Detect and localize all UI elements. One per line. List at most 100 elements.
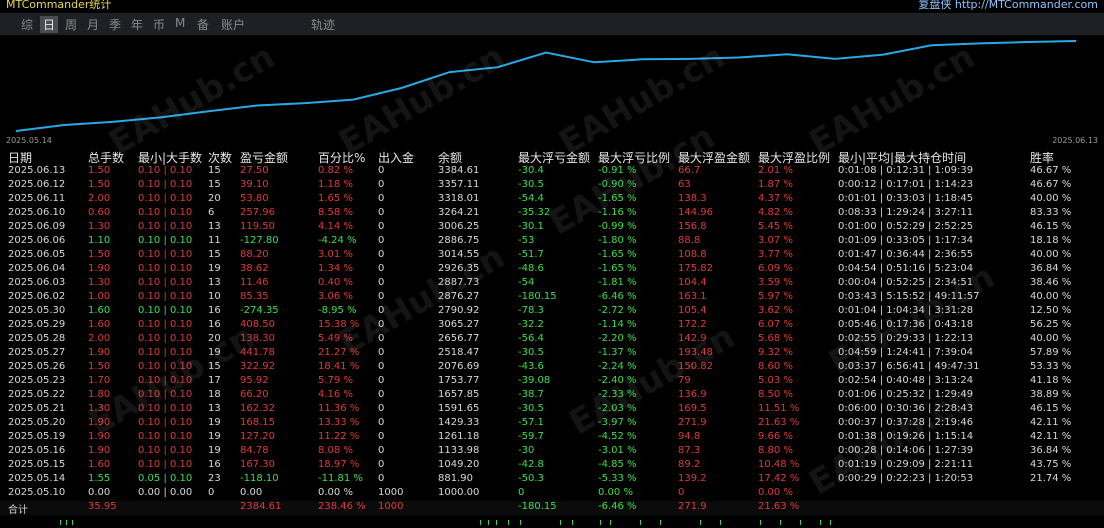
table-row[interactable]: 2025.06.03 1.30 0.10 | 0.10 13 11.46 0.40 % 0 2… [0,277,1104,291]
table-row[interactable]: 2025.05.15 1.60 0.10 | 0.10 16 167.30 18.97 %… [0,459,1104,473]
table-cell: 11.36 % [318,403,360,414]
col-header[interactable]: 余额 [438,149,462,166]
table-cell: 2025.06.06 [8,235,66,246]
tab-1[interactable]: 日 [40,16,59,33]
author-link[interactable]: 复盘侠 http://MTCommander.com [918,0,1098,12]
table-cell: 13.33 % [318,417,360,428]
table-cell: 15 [208,249,221,260]
table-cell: 2025.05.19 [8,431,66,442]
table-row[interactable]: 2025.06.06 1.10 0.10 | 0.10 11 -127.80 -4.24 … [0,235,1104,249]
table-cell: 0.10 | 0.10 [138,347,193,358]
table-cell: 0.10 | 0.10 [138,305,193,316]
col-header[interactable]: 最大浮亏金额 [518,149,590,166]
table-cell: 257.96 [240,207,275,218]
table-cell: 0.10 | 0.10 [138,249,193,260]
table-cell: 0 [378,347,385,358]
table-cell: 0 [378,305,385,316]
col-header[interactable]: 百分比% [318,149,365,166]
table-cell: 5.97 % [758,291,793,302]
col-header[interactable]: 最小|平均|最大持仓时间 [838,149,966,166]
table-cell: 0:01:09 | 0:33:05 | 1:17:34 [838,235,974,246]
equity-point [738,56,740,58]
table-row[interactable]: 2025.05.10 0.00 0.00 | 0.00 0 0.00 0.00 % 1000… [0,487,1104,501]
table-cell: 18.41 % [318,361,360,372]
table-row[interactable]: 2025.06.05 1.50 0.10 | 0.10 15 88.20 3.01 % 0 3… [0,249,1104,263]
table-cell: 0 [378,277,385,288]
table-cell: -3.01 % [598,445,637,456]
tab-10[interactable]: 轨迹 [308,16,338,33]
table-cell: 156.8 [678,221,707,232]
table-cell: -57.1 [518,417,544,428]
tab-0[interactable]: 综 [18,16,36,33]
col-header[interactable]: 出入金 [378,149,414,166]
table-row[interactable]: 2025.05.21 1.30 0.10 | 0.10 13 162.32 11.36 %… [0,403,1104,417]
table-cell: -2.24 % [598,361,637,372]
bottom-strip [0,515,1104,525]
equity-point [400,87,402,89]
table-row[interactable]: 2025.05.22 1.80 0.10 | 0.10 18 66.20 4.16 % 0 1… [0,389,1104,403]
tab-9[interactable]: 账户 [218,16,248,33]
tab-7[interactable]: M [172,16,188,30]
table-cell: 0:01:06 | 0:25:32 | 1:29:49 [838,389,974,400]
table-cell: 0.10 | 0.10 [138,193,193,204]
table-row[interactable]: 2025.05.30 1.60 0.10 | 0.10 16 -274.35 -8.95 … [0,305,1104,319]
col-header[interactable]: 总手数 [88,149,124,166]
col-header[interactable]: 盈亏金额 [240,149,288,166]
table-cell: 79 [678,375,691,386]
table-row[interactable]: 2025.05.16 1.90 0.10 | 0.10 19 84.78 8.08 % 0 1… [0,445,1104,459]
table-row[interactable]: 2025.05.26 1.50 0.10 | 0.10 15 322.92 18.41 %… [0,361,1104,375]
tab-2[interactable]: 周 [62,16,80,33]
table-cell: 12.50 % [1030,305,1072,316]
table-row[interactable]: 2025.06.10 0.60 0.10 | 0.10 6 257.96 8.58 % 0 3… [0,207,1104,221]
table-row[interactable]: 2025.06.02 1.00 0.10 | 0.10 10 85.35 3.06 % 0 2… [0,291,1104,305]
tab-8[interactable]: 备 [194,16,212,33]
col-header[interactable]: 最小|大手数 [138,149,202,166]
equity-point [690,58,692,60]
table-cell: 0:00:28 | 0:14:06 | 1:27:39 [838,445,974,456]
table-row[interactable]: 2025.05.29 1.60 0.10 | 0.10 16 408.50 15.38 %… [0,319,1104,333]
tab-3[interactable]: 月 [84,16,102,33]
table-cell: 0:04:54 | 0:51:16 | 5:23:04 [838,263,974,274]
table-cell: 2025.06.09 [8,221,66,232]
table-cell: 0 [378,361,385,372]
table-row[interactable]: 2025.05.14 1.55 0.05 | 0.10 23 -118.10 -11.81… [0,473,1104,487]
table-row[interactable]: 2025.05.19 1.90 0.10 | 0.10 19 127.20 11.22 %… [0,431,1104,445]
table-cell: 271.9 [678,417,707,428]
table-cell: 1.60 [88,319,111,330]
table-row[interactable]: 2025.05.28 2.00 0.10 | 0.10 20 138.30 5.49 % 0… [0,333,1104,347]
col-header[interactable]: 最大浮盈金额 [678,149,750,166]
summary-cell: -6.46 % [598,501,637,512]
table-row[interactable]: 2025.06.09 1.30 0.10 | 0.10 13 119.50 4.14 % 0… [0,221,1104,235]
table-cell: 11.51 % [758,403,800,414]
table-cell: 0 [378,473,385,484]
table-cell: 0.00 [88,487,111,498]
table-row[interactable]: 2025.05.27 1.90 0.10 | 0.10 19 441.78 21.27 %… [0,347,1104,361]
table-cell: 1.90 [88,347,111,358]
table-row[interactable]: 2025.06.13 1.50 0.10 | 0.10 15 27.50 0.82 % 0 3… [0,165,1104,179]
tab-6[interactable]: 币 [150,16,168,33]
table-cell: 167.30 [240,459,275,470]
table-row[interactable]: 2025.06.11 2.00 0.10 | 0.10 20 53.80 1.65 % 0 3… [0,193,1104,207]
col-header[interactable]: 最大浮盈比例 [758,149,830,166]
table-cell: 6.09 % [758,263,793,274]
table-cell: -2.33 % [598,389,637,400]
tab-5[interactable]: 年 [128,16,146,33]
table-row[interactable]: 2025.06.04 1.90 0.10 | 0.10 19 38.62 1.34 % 0 2… [0,263,1104,277]
table-cell: 23 [208,473,221,484]
table-cell: 0 [378,403,385,414]
col-header[interactable]: 胜率 [1030,149,1054,166]
table-row[interactable]: 2025.05.20 1.90 0.10 | 0.10 19 168.15 13.33 %… [0,417,1104,431]
table-cell: -78.3 [518,305,544,316]
table-cell: 0:01:08 | 0:12:31 | 1:09:39 [838,165,974,176]
equity-line [15,40,1077,132]
table-cell: 0 [378,249,385,260]
equity-point [834,58,836,60]
table-cell: 40.00 % [1030,333,1072,344]
col-header[interactable]: 日期 [8,149,32,166]
table-row[interactable]: 2025.06.12 1.50 0.10 | 0.10 15 39.10 1.18 % 0 3… [0,179,1104,193]
table-cell: 1.50 [88,179,111,190]
table-row[interactable]: 2025.05.23 1.70 0.10 | 0.10 17 95.92 5.79 % 0 1… [0,375,1104,389]
tab-4[interactable]: 季 [106,16,124,33]
col-header[interactable]: 最大浮亏比例 [598,149,670,166]
col-header[interactable]: 次数 [208,149,232,166]
